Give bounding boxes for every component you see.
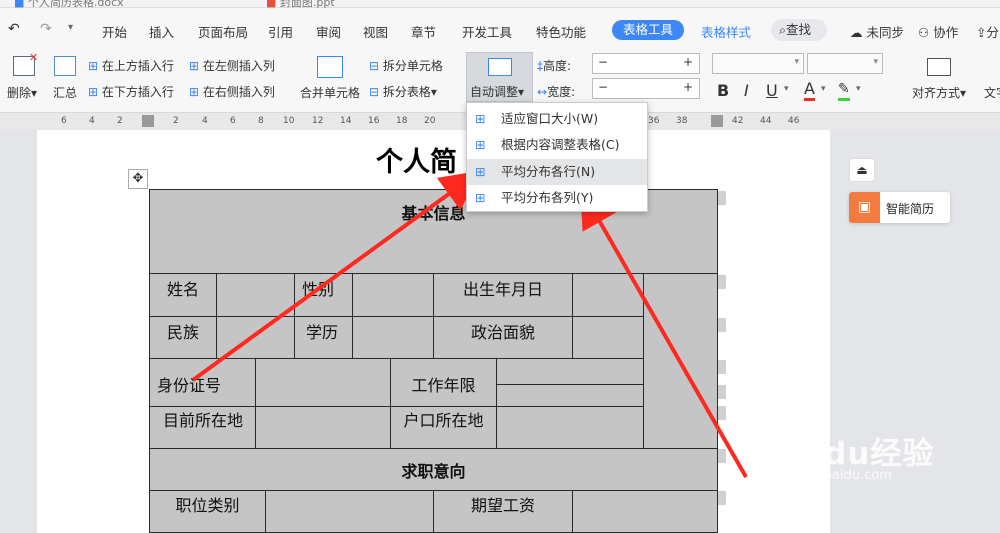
auto-adjust-menu: ⊞ 适应窗口大小(W) ⊞ 根据内容调整表格(C) ⊞ 平均分布各行(N) ⊞ … [466,102,648,212]
arrow-to-cols [580,187,748,478]
table-icon: ⊞ [475,164,486,179]
menu-item-distribute-rows[interactable]: ⊞ 平均分布各行(N) [467,159,647,185]
menu-item-fit-window[interactable]: ⊞ 适应窗口大小(W) [467,106,647,132]
arrow-to-rows [191,170,481,382]
table-icon: ⊞ [475,111,486,126]
baidu-watermark: Baidu经验 [766,436,935,472]
table-icon: ⊞ [475,137,486,152]
menu-item-distribute-cols[interactable]: ⊞ 平均分布各列(Y) [467,185,647,211]
table-icon: ⊞ [475,190,486,205]
watermark-url: jingyan.baidu.com [772,468,892,483]
menu-item-fit-content[interactable]: ⊞ 根据内容调整表格(C) [467,132,647,158]
